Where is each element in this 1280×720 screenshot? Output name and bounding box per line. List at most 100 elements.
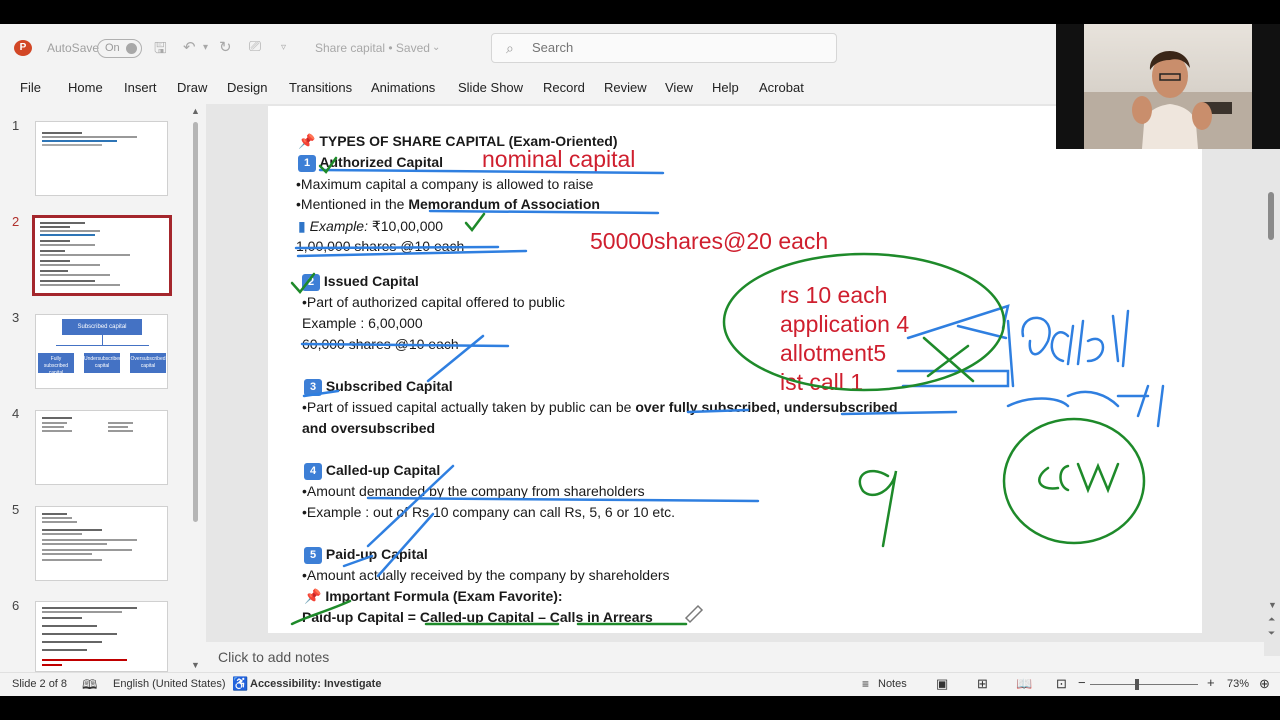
tab-help[interactable]: Help [712, 80, 739, 95]
pushpin-icon: 📌 [304, 588, 322, 604]
text-line: •Maximum capital a company is allowed to… [296, 176, 594, 192]
text-line: •Amount actually received by the company… [302, 567, 670, 583]
spelling-icon[interactable]: 🕮 [82, 676, 97, 696]
scroll-up-icon[interactable]: ▲ [191, 106, 200, 116]
autosave-label: AutoSave [47, 41, 100, 55]
text-line: •Amount demanded by the company from sha… [302, 483, 645, 499]
powerpoint-window: P AutoSave On 🖫 ↶ ▾ ↻ ⎚ ▿ Share capital … [0, 24, 1280, 696]
notes-icon: ≡ [862, 677, 870, 691]
slide-counter[interactable]: Slide 2 of 8 [12, 678, 67, 690]
tab-file[interactable]: File [20, 80, 41, 95]
text-line: •Example : out of Rs.10 company can call… [302, 504, 675, 520]
search-input[interactable] [532, 40, 812, 55]
accessibility-icon: ♿ [232, 676, 249, 691]
number-4-icon: 4 [304, 463, 322, 480]
zoom-in-icon[interactable]: + [1207, 675, 1215, 690]
text-line: Example : 6,00,000 [302, 315, 423, 331]
ink-note-rs10: rs 10 each [780, 282, 888, 308]
previous-slide-icon[interactable]: ⏶ [1268, 614, 1275, 625]
customize-toolbar-icon[interactable]: ▿ [281, 42, 286, 53]
slide-thumbnail-1[interactable] [35, 121, 168, 196]
thumb-number: 3 [12, 310, 20, 325]
tab-transitions[interactable]: Transitions [289, 80, 352, 95]
slide-thumbnail-pane: 1 2 3 Subscribed capital Fully subscribe… [0, 104, 206, 672]
zoom-out-icon[interactable]: − [1078, 675, 1086, 690]
text-line: •Mentioned in the Memorandum of Associat… [296, 196, 600, 212]
number-2-icon: 2 [302, 274, 320, 291]
scroll-thumb[interactable] [1268, 192, 1274, 240]
slide-sorter-icon[interactable]: ⊞ [977, 676, 988, 692]
autosave-state: On [105, 42, 120, 54]
thumb-number: 4 [12, 406, 20, 421]
text-line: 60,000 shares @10 each [302, 336, 459, 352]
webcam-overlay [1056, 24, 1280, 149]
issued-capital-title: 2 Issued Capital [302, 273, 419, 291]
tab-animations[interactable]: Animations [371, 80, 435, 95]
ink-note-allotment: allotment5 [780, 340, 887, 366]
search-box[interactable]: ⌕ [491, 33, 837, 63]
tab-review[interactable]: Review [604, 80, 647, 95]
zoom-level[interactable]: 73% [1227, 678, 1249, 690]
document-title[interactable]: Share capital • Saved [315, 41, 430, 55]
chevron-down-icon[interactable]: ⌄ [432, 42, 440, 53]
tab-design[interactable]: Design [227, 80, 267, 95]
fit-to-window-icon[interactable]: ⊕ [1259, 676, 1270, 692]
scroll-down-icon[interactable]: ▼ [1268, 600, 1277, 610]
book-icon: ▮ [298, 218, 306, 234]
number-5-icon: 5 [304, 547, 322, 564]
tab-record[interactable]: Record [543, 80, 585, 95]
mini-title-box: Subscribed capital [62, 319, 142, 335]
language[interactable]: English (United States) [113, 678, 226, 690]
tab-acrobat[interactable]: Acrobat [759, 80, 804, 95]
slide-thumbnail-3[interactable]: Subscribed capital Fully subscribed capi… [35, 314, 168, 389]
slideshow-view-icon[interactable]: ⊡ [1056, 676, 1067, 692]
notes-pane[interactable]: Click to add notes [206, 642, 1264, 672]
ink-note-nominal: nominal capital [482, 146, 636, 172]
slide-scrollbar[interactable]: ▼ ⏶ ⏷ [1264, 104, 1280, 672]
present-icon[interactable]: ⎚ [249, 38, 261, 55]
tab-slide-show[interactable]: Slide Show [458, 80, 523, 95]
mini-box: Undersubscribed capital [84, 353, 122, 373]
number-3-icon: 3 [304, 379, 322, 396]
called-up-capital-title: 4 Called-up Capital [304, 462, 440, 480]
example-line: ▮ Example: ₹10,00,000 [298, 218, 444, 234]
slide-thumbnail-5[interactable] [35, 506, 168, 581]
slide-canvas[interactable]: 📌 TYPES OF SHARE CAPITAL (Exam-Oriented)… [268, 106, 1202, 633]
tab-view[interactable]: View [665, 80, 693, 95]
presenter-video [1084, 50, 1252, 149]
zoom-slider-thumb[interactable] [1135, 679, 1139, 690]
tab-insert[interactable]: Insert [124, 80, 157, 95]
authorized-capital-title: 1 Authorized Capital [298, 154, 443, 172]
tab-home[interactable]: Home [68, 80, 103, 95]
reading-view-icon[interactable]: 📖 [1016, 676, 1032, 692]
mini-box: Fully subscribed capital [38, 353, 74, 376]
pushpin-icon: 📌 [298, 133, 316, 149]
undo-icon[interactable]: ↶ [183, 38, 196, 56]
slide-editor: 📌 TYPES OF SHARE CAPITAL (Exam-Oriented)… [206, 104, 1280, 656]
zoom-slider[interactable] [1090, 684, 1198, 685]
thumb-number: 1 [12, 118, 20, 133]
notes-button[interactable]: Notes [878, 678, 907, 690]
slide-thumbnail-2[interactable] [32, 215, 172, 296]
scroll-down-icon[interactable]: ▼ [191, 660, 200, 670]
save-icon[interactable]: 🖫 [154, 38, 167, 63]
toggle-knob [126, 43, 137, 54]
text-line: 1,00,000 shares @10 each [296, 238, 465, 254]
undo-dropdown-icon[interactable]: ▾ [203, 42, 208, 53]
next-slide-icon[interactable]: ⏷ [1268, 628, 1275, 639]
search-icon: ⌕ [506, 40, 514, 56]
thumb-number: 6 [12, 598, 20, 613]
powerpoint-logo-icon: P [14, 40, 32, 56]
paid-up-capital-title: 5 Paid-up Capital [304, 546, 428, 564]
accessibility-status[interactable]: Accessibility: Investigate [250, 678, 381, 690]
autosave-toggle[interactable]: On [97, 39, 142, 58]
redo-icon[interactable]: ↻ [219, 38, 232, 56]
scroll-thumb[interactable] [193, 122, 198, 522]
tab-draw[interactable]: Draw [177, 80, 207, 95]
slide-thumbnail-6[interactable] [35, 601, 168, 672]
ink-note-call: ist call 1 [780, 369, 864, 395]
normal-view-icon[interactable]: ▣ [936, 676, 948, 692]
thumbnail-scrollbar[interactable]: ▲ ▼ [191, 104, 200, 672]
subscribed-capital-title: 3 Subscribed Capital [304, 378, 453, 396]
slide-thumbnail-4[interactable] [35, 410, 168, 485]
